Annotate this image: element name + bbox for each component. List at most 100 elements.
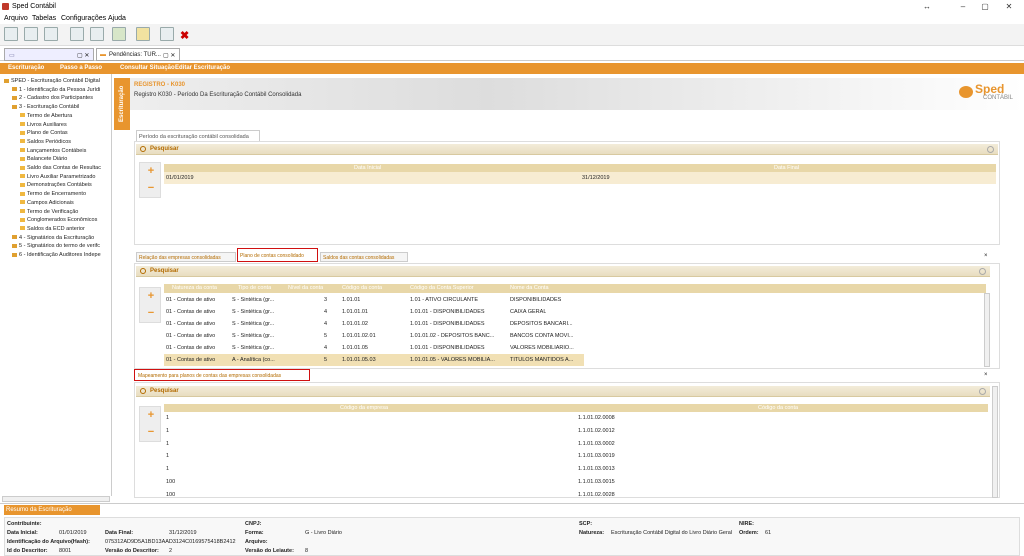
mapeamento-search-bar[interactable]: Pesquisar — [136, 386, 990, 397]
tree-item[interactable]: Termo de Encerramento — [20, 191, 86, 197]
tab-saldos-contas[interactable]: Saldos das contas consolidadas — [320, 252, 408, 262]
tree-item[interactable]: 5 - Signatários do termo de verifc — [12, 243, 100, 249]
table-row[interactable]: 1 1.1.01.02.0012 — [164, 425, 988, 437]
export-icon[interactable] — [160, 27, 174, 41]
validate-icon[interactable] — [70, 27, 84, 41]
table-row[interactable]: 1 1.1.01.03.0013 — [164, 463, 988, 475]
ecd-new-icon[interactable] — [4, 27, 18, 41]
table-row[interactable]: 01 - Contas de ativo S - Sintética (gr...… — [164, 318, 584, 330]
table-cell: 1.1.01.02.0012 — [578, 427, 615, 434]
table-row[interactable]: 01 - Contas de ativo S - Sintética (gr...… — [164, 330, 584, 342]
table-cell: S - Sintética (gr... — [232, 321, 275, 327]
remove-button[interactable]: − — [146, 307, 156, 319]
tree-item[interactable]: Saldo das Contas de Resultac — [20, 165, 101, 171]
table-cell: 01 - Contas de ativo — [166, 357, 216, 363]
table-row[interactable]: 100 1.1.01.02.0028 — [164, 489, 988, 501]
table-row[interactable]: 1 1.1.01.03.0002 — [164, 438, 988, 450]
tree-item[interactable]: Campos Adicionais — [20, 200, 74, 206]
folder-icon — [20, 200, 25, 205]
tree-item[interactable]: Plano de Contas — [20, 130, 68, 136]
table-cell: 1.01.01.05 — [342, 345, 368, 351]
menu-tabelas[interactable]: Tabelas — [32, 15, 56, 22]
ecd-open-icon[interactable] — [24, 27, 38, 41]
table-row[interactable]: 01 - Contas de ativo S - Sintética (gr...… — [164, 342, 584, 354]
sign-icon[interactable] — [90, 27, 104, 41]
tree-item[interactable]: Demonstrações Contábeis — [20, 182, 92, 188]
table-row[interactable]: 1 1.1.01.02.0008 — [164, 412, 988, 424]
tree-hscrollbar[interactable] — [2, 496, 110, 502]
add-button[interactable]: + — [146, 165, 156, 177]
restore-icon[interactable]: ↔ — [916, 1, 938, 12]
delete-icon[interactable]: ✖ — [180, 29, 189, 42]
nav-consultar-situacao[interactable]: Consultar Situação — [120, 65, 175, 71]
table-row[interactable]: 01 - Contas de ativo S - Sintética (gr...… — [164, 294, 584, 306]
tree-item[interactable]: 6 - Identificação Auditores Indepe — [12, 252, 101, 258]
tab-periodo[interactable]: Período da escrituração contábil consoli… — [136, 130, 260, 141]
tree-item[interactable]: Termo de Verificação — [20, 209, 78, 215]
table-row[interactable]: 01 - Contas de ativo A - Analítica (co...… — [164, 354, 584, 366]
mapeamento-add-remove: + − — [139, 406, 161, 442]
menu-ajuda[interactable]: Ajuda — [108, 15, 126, 22]
nav-passo-a-passo[interactable]: Passo a Passo — [60, 65, 102, 71]
tree-item[interactable]: 4 - Signatários da Escrituração — [12, 235, 94, 241]
plano-vscrollbar[interactable] — [984, 293, 990, 367]
nav-editar-escrituracao[interactable]: Editar Escrituração — [175, 65, 230, 71]
tab-pendencias[interactable]: ▬ Pendências: TUR... ▢ ✕ — [96, 48, 180, 61]
tree-item[interactable]: 2 - Cadastro dos Participantes — [12, 95, 93, 101]
close-icon[interactable]: × — [984, 372, 988, 378]
period-search-bar[interactable]: Pesquisar — [136, 144, 998, 155]
collapse-icon[interactable] — [987, 146, 994, 153]
transmit-icon[interactable] — [112, 27, 126, 41]
tree-item[interactable]: Lançamentos Contábeis — [20, 148, 86, 154]
close-icon[interactable]: × — [984, 253, 988, 259]
tree-item[interactable]: 3 - Escrituração Contábil — [12, 104, 79, 110]
table-cell: 5 — [324, 333, 328, 339]
maximize-button[interactable]: ▢ — [974, 1, 996, 12]
vertical-tab-escrituracao[interactable]: Escrituração — [114, 78, 130, 130]
tree-item[interactable]: Livros Auxiliares — [20, 122, 67, 128]
edit-icon[interactable] — [136, 27, 150, 41]
table-cell: 5 — [324, 357, 328, 363]
plano-search-label: Pesquisar — [150, 268, 179, 274]
tree-item[interactable]: Livro Auxiliar Parametrizado — [20, 174, 95, 180]
tree-item[interactable]: Saldos Periódicos — [20, 139, 71, 145]
main-vscrollbar[interactable] — [992, 386, 998, 498]
plano-search-bar[interactable]: Pesquisar — [136, 266, 990, 277]
remove-button[interactable]: − — [146, 426, 156, 438]
folder-icon — [20, 130, 25, 135]
nav-escrituracao[interactable]: Escrituração — [8, 65, 44, 71]
tab-pendencias-label: Pendências: TUR... — [109, 52, 161, 58]
menu-configuracoes[interactable]: Configurações — [61, 15, 106, 22]
remove-button[interactable]: − — [146, 182, 156, 194]
tab-close-icon[interactable]: ▢ ✕ — [163, 52, 175, 59]
resumo-title[interactable]: Resumo da Escrituração — [4, 505, 100, 515]
ecd-import-icon[interactable] — [44, 27, 58, 41]
table-row[interactable]: 01/01/2019 31/12/2019 — [164, 172, 996, 184]
table-row[interactable]: 100 1.1.01.03.0015 — [164, 476, 988, 488]
table-cell: TÍTULOS MANTIDOS A... — [510, 357, 574, 363]
add-button[interactable]: + — [146, 409, 156, 421]
tree-item[interactable]: Conglomerados Econômicos — [20, 217, 97, 223]
table-row[interactable]: 01 - Contas de ativo S - Sintética (gr...… — [164, 306, 584, 318]
close-button[interactable]: ✕ — [998, 1, 1020, 12]
tab-relacao-empresas[interactable]: Relação das empresas consolidadas — [136, 252, 236, 262]
tree-item[interactable]: SPED - Escrituração Contábil Digital — [4, 78, 100, 84]
tab-mapeamento[interactable]: Mapeamento para planos de contas das emp… — [134, 369, 310, 381]
tab-plano-contas[interactable]: Plano de contas consolidado — [237, 248, 318, 262]
tree-item[interactable]: Termo de Abertura — [20, 113, 72, 119]
tree-item[interactable]: Saldos da ECD anterior — [20, 226, 85, 232]
collapse-icon[interactable] — [979, 388, 986, 395]
tree-item[interactable]: 1 - Identificação da Pessoa Jurídi — [12, 87, 100, 93]
folder-icon — [20, 209, 25, 214]
value-versao-leiaute: 8 — [305, 548, 309, 554]
table-cell: S - Sintética (gr... — [232, 309, 275, 315]
table-row[interactable]: 1 1.1.01.03.0019 — [164, 450, 988, 462]
menu-arquivo[interactable]: Arquivo — [4, 15, 28, 22]
tree-item[interactable]: Balancete Diário — [20, 156, 67, 162]
add-button[interactable]: + — [146, 290, 156, 302]
tab-escrituracao[interactable]: ▭ ▢ ✕ — [4, 48, 94, 61]
tab-maximize-icon[interactable]: ▢ ✕ — [77, 52, 89, 59]
collapse-icon[interactable] — [979, 268, 986, 275]
minimize-button[interactable]: – — [952, 1, 974, 12]
table-cell: DISPONIBILIDADES — [510, 297, 562, 303]
